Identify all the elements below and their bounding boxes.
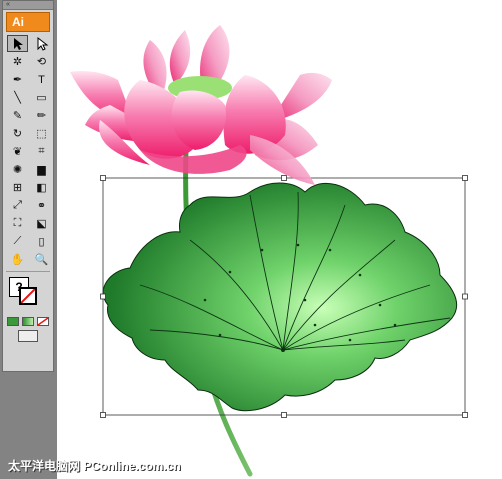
screen-mode-button[interactable] bbox=[18, 330, 38, 342]
direct-selection-tool-icon[interactable] bbox=[31, 35, 52, 52]
toolbox-divider bbox=[6, 271, 50, 272]
live-paint-selection-tool-icon[interactable]: ⬕ bbox=[31, 215, 52, 232]
none-mode-icon[interactable] bbox=[37, 317, 49, 326]
hand-tool-icon[interactable]: ✋ bbox=[7, 251, 28, 268]
magic-wand-tool-icon[interactable]: ✲ bbox=[7, 53, 28, 70]
column-graph-tool-icon[interactable]: ▆ bbox=[31, 161, 52, 178]
type-tool-icon[interactable]: T bbox=[31, 71, 52, 88]
lotus-artwork[interactable] bbox=[57, 0, 502, 479]
eyedropper-tool-icon[interactable]: ⤢ bbox=[7, 197, 28, 214]
fill-stroke-control[interactable]: ? bbox=[7, 275, 49, 313]
panel-collapse-grip[interactable]: « bbox=[3, 1, 53, 10]
blend-tool-icon[interactable]: ⚭ bbox=[31, 197, 52, 214]
live-paint-bucket-tool-icon[interactable]: ⛶ bbox=[7, 215, 28, 232]
paintbrush-tool-icon[interactable]: ✎ bbox=[7, 107, 28, 124]
stroke-swatch[interactable] bbox=[19, 287, 37, 305]
zoom-tool-icon[interactable]: 🔍 bbox=[31, 251, 52, 268]
selection-tool-icon[interactable] bbox=[7, 35, 28, 52]
lotus-flower bbox=[70, 25, 332, 185]
tool-grid: ✲ ⟲ ✒ T ╲ ▭ ✎ ✏ ↻ ⬚ ❦ ⌗ ✺ ▆ ⊞ ◧ ⤢ ⚭ ⛶ ⬕ ⟋ ▯ ✋ 🔍 bbox=[7, 35, 53, 268]
color-mode-icon[interactable] bbox=[7, 317, 19, 326]
color-mode-row bbox=[7, 317, 49, 326]
gradient-tool-icon[interactable]: ◧ bbox=[31, 179, 52, 196]
warp-tool-icon[interactable]: ❦ bbox=[7, 143, 28, 160]
pencil-tool-icon[interactable]: ✏ bbox=[31, 107, 52, 124]
line-segment-tool-icon[interactable]: ╲ bbox=[7, 89, 28, 106]
lotus-leaf bbox=[102, 182, 458, 412]
illustrator-window: « Ai ✲⟲✒T╲▭✎✏↻⬚❦⌗✺▆⊞◧⤢⚭⛶⬕⟋▯✋🔍 ? 太平洋电脑网 P… bbox=[0, 0, 502, 479]
eraser-tool-icon[interactable]: ▯ bbox=[31, 233, 52, 250]
mesh-tool-icon[interactable]: ⊞ bbox=[7, 179, 28, 196]
slice-tool-icon[interactable]: ⟋ bbox=[7, 233, 28, 250]
artboard-canvas[interactable] bbox=[57, 0, 502, 479]
rotate-tool-icon[interactable]: ↻ bbox=[7, 125, 28, 142]
symbol-sprayer-tool-icon[interactable]: ✺ bbox=[7, 161, 28, 178]
rectangle-tool-icon[interactable]: ▭ bbox=[31, 89, 52, 106]
pen-tool-icon[interactable]: ✒ bbox=[7, 71, 28, 88]
illustrator-logo: Ai bbox=[6, 12, 50, 32]
gradient-mode-icon[interactable] bbox=[22, 317, 34, 326]
lasso-tool-icon[interactable]: ⟲ bbox=[31, 53, 52, 70]
free-transform-tool-icon[interactable]: ⌗ bbox=[31, 143, 52, 160]
tools-panel: « Ai ✲⟲✒T╲▭✎✏↻⬚❦⌗✺▆⊞◧⤢⚭⛶⬕⟋▯✋🔍 ? bbox=[2, 0, 54, 372]
scale-tool-icon[interactable]: ⬚ bbox=[31, 125, 52, 142]
watermark-text: 太平洋电脑网 PConline.com.cn bbox=[8, 459, 181, 473]
